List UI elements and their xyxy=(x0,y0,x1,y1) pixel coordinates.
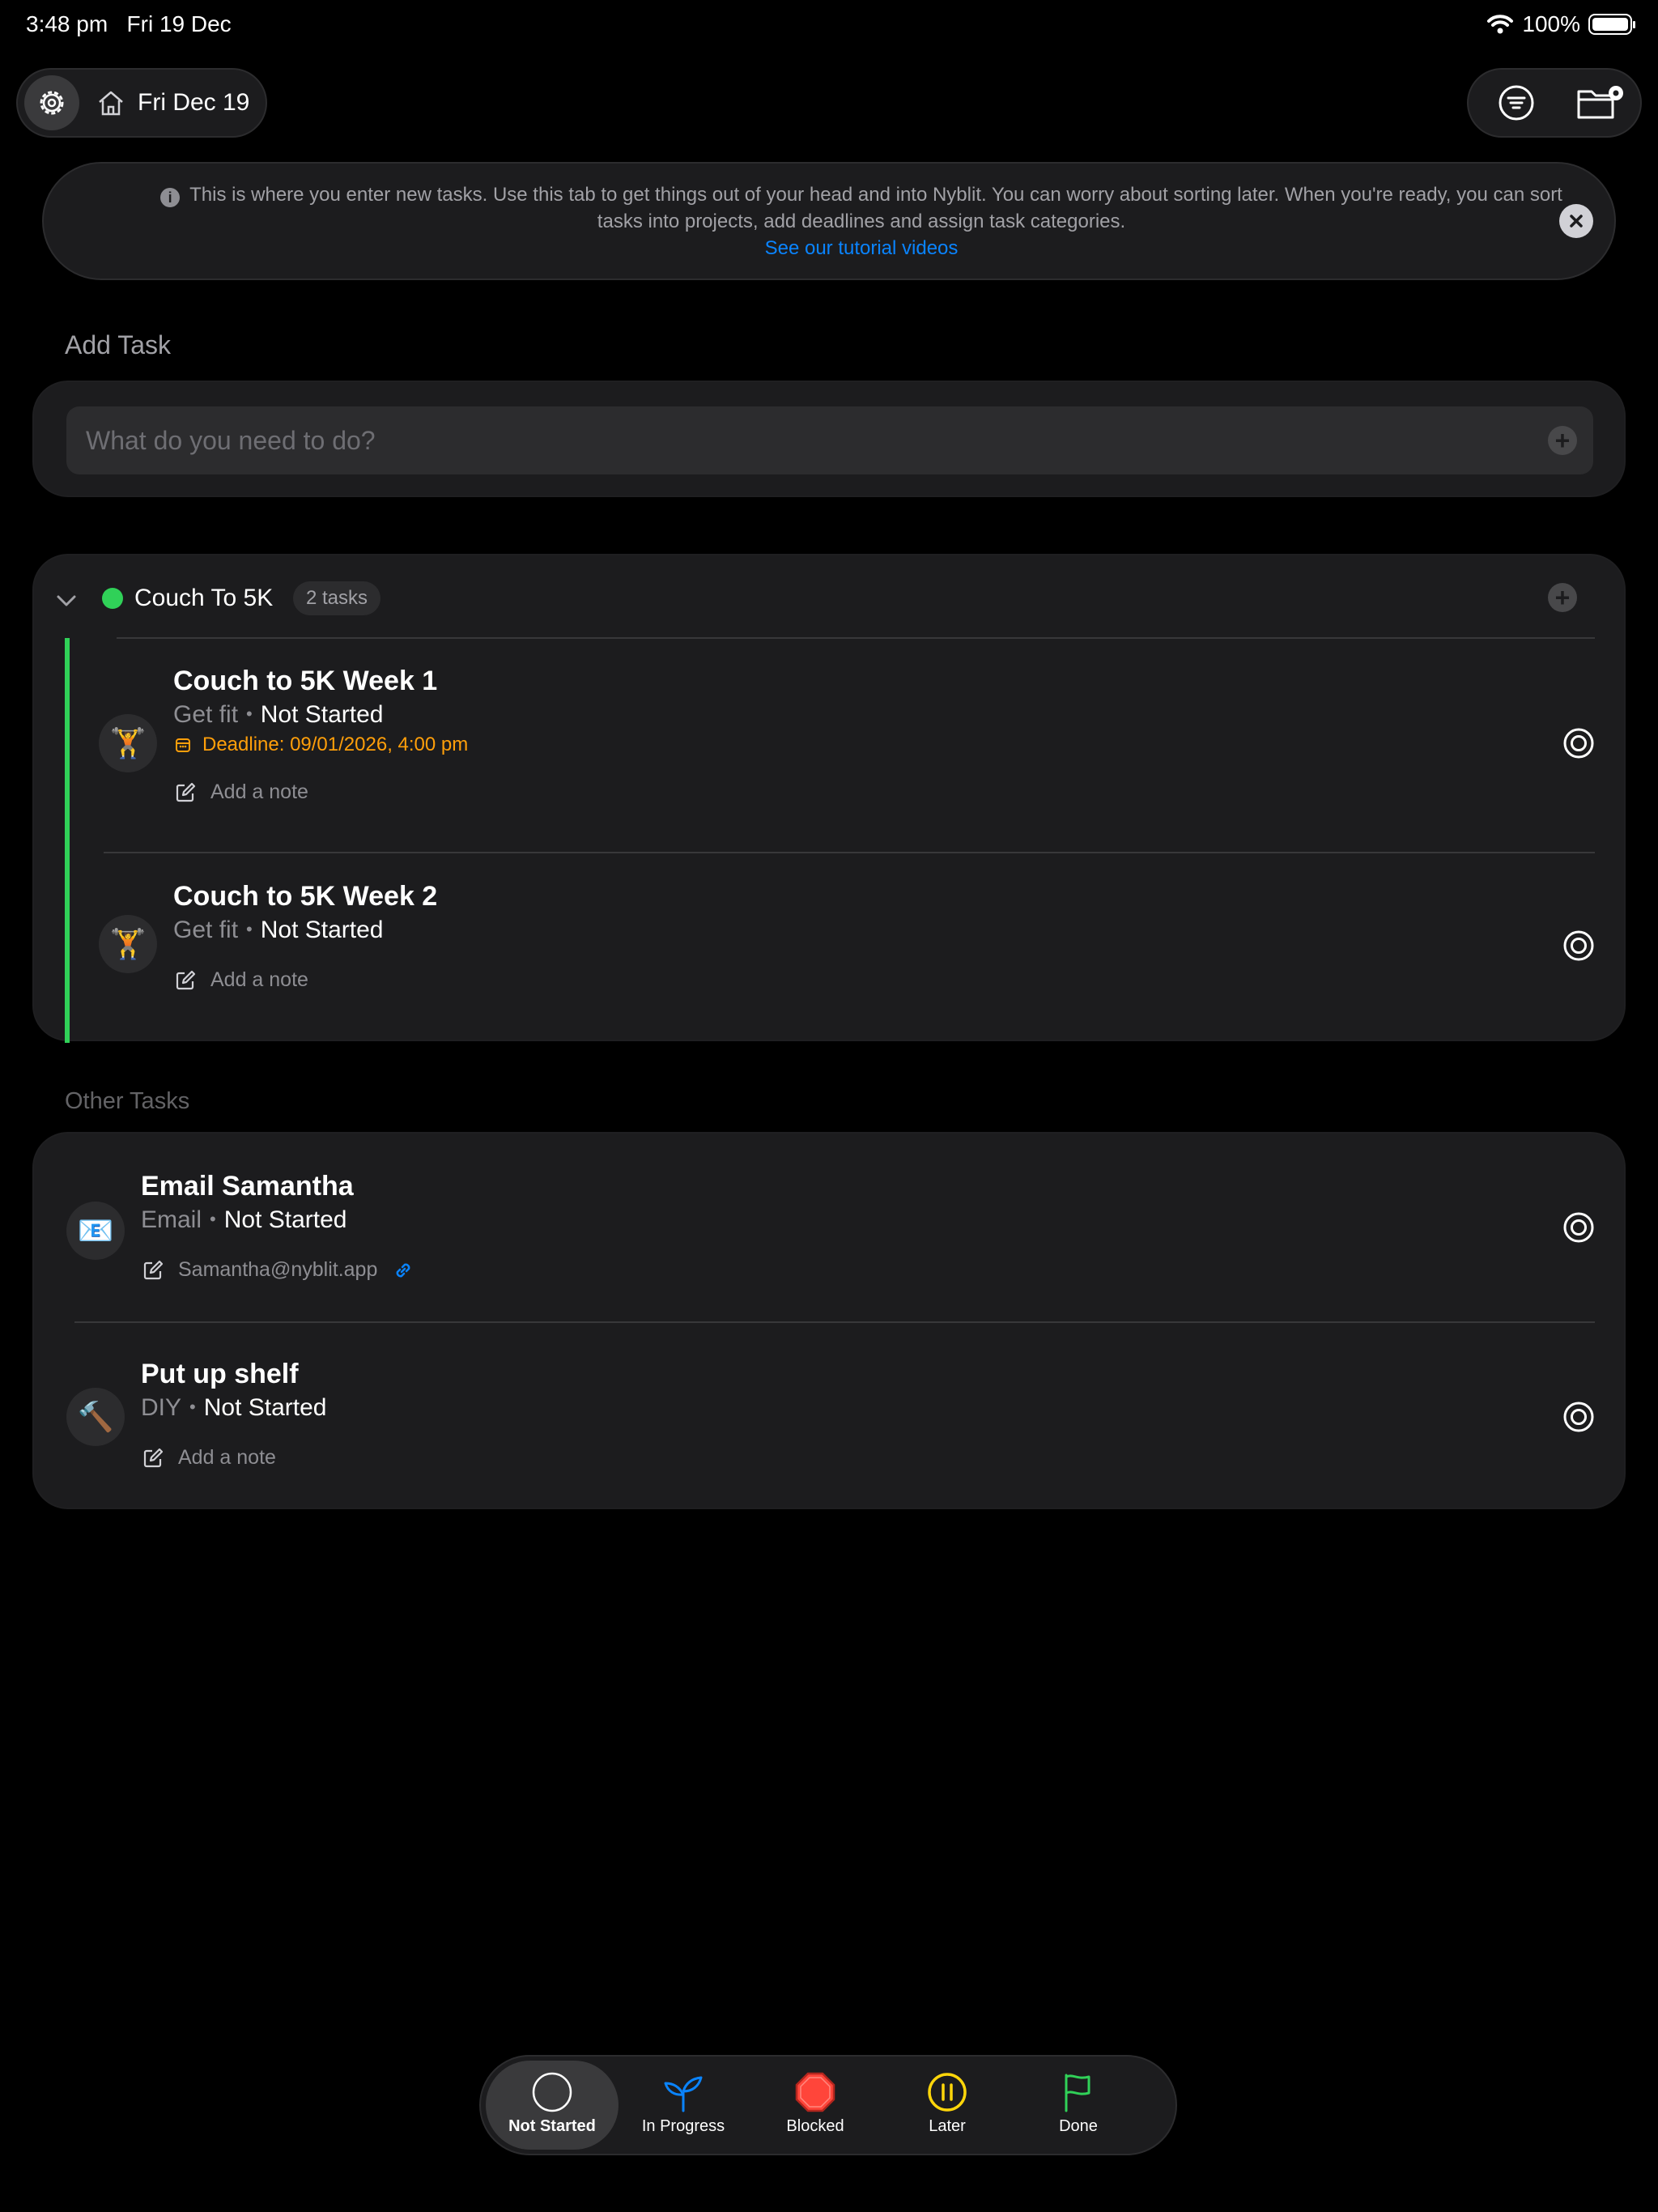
status-target-icon[interactable] xyxy=(1562,1211,1595,1244)
tab-blocked[interactable]: Blocked xyxy=(749,2061,882,2150)
tab-label: Not Started xyxy=(508,2117,596,2135)
task-note[interactable]: Add a note xyxy=(175,781,308,804)
pause-icon xyxy=(928,2073,967,2112)
note-edit-icon xyxy=(176,782,196,802)
task-category-icon: 📧 xyxy=(66,1202,125,1260)
task-row[interactable]: 🏋️ Couch to 5K Week 1 Get fit • Not Starte… xyxy=(34,638,1624,852)
status-target-icon[interactable] xyxy=(1562,1401,1595,1433)
task-row[interactable]: 🔨 Put up shelf DIY • Not Started Add a not… xyxy=(34,1323,1624,1508)
settings-button[interactable] xyxy=(24,75,79,130)
task-title: Put up shelf xyxy=(141,1359,299,1389)
folder-settings-icon[interactable] xyxy=(1575,83,1626,122)
add-task-heading: Add Task xyxy=(65,330,172,359)
top-left-toolbar: Fri Dec 19 xyxy=(16,68,267,138)
task-category: Get fit xyxy=(173,701,239,728)
task-title: Couch to 5K Week 1 xyxy=(173,666,438,696)
calendar-icon xyxy=(176,738,190,752)
note-text: Add a note xyxy=(210,781,308,803)
task-count-badge: 2 tasks xyxy=(293,581,381,615)
filter-icon[interactable] xyxy=(1498,84,1535,121)
tab-in-progress[interactable]: In Progress xyxy=(617,2061,750,2150)
note-edit-icon xyxy=(176,970,196,989)
task-status: Not Started xyxy=(260,917,384,943)
task-meta: DIY • Not Started xyxy=(141,1394,327,1421)
info-banner: i This is where you enter new tasks. Use … xyxy=(42,162,1616,280)
task-meta: Email • Not Started xyxy=(141,1206,347,1233)
task-meta: Get fit • Not Started xyxy=(173,701,384,728)
tab-label: Blocked xyxy=(786,2117,844,2135)
gear-icon xyxy=(40,91,64,115)
status-target-icon[interactable] xyxy=(1562,727,1595,759)
note-edit-icon xyxy=(143,1260,164,1279)
task-status: Not Started xyxy=(223,1206,347,1233)
status-tab-bar: Not Started In Progress Blocked Later Do… xyxy=(479,2055,1177,2155)
tab-done[interactable]: Done xyxy=(1012,2061,1145,2150)
add-task-card: + xyxy=(32,381,1626,497)
flag-icon xyxy=(1065,2074,1090,2112)
tab-not-started[interactable]: Not Started xyxy=(486,2061,619,2150)
status-indicators: 100% xyxy=(1486,11,1635,37)
project-name[interactable]: Couch To 5K xyxy=(134,585,273,612)
note-text: Samantha@nyblit.app xyxy=(178,1258,378,1281)
status-bar: 3:48 pm Fri 19 Dec 100% xyxy=(0,0,1658,52)
chevron-down-icon[interactable] xyxy=(52,586,81,615)
task-note[interactable]: Add a note xyxy=(175,968,308,992)
tab-label: Later xyxy=(929,2117,966,2135)
status-date: Fri 19 Dec xyxy=(126,11,232,36)
task-title: Couch to 5K Week 2 xyxy=(173,881,438,912)
task-category: Get fit xyxy=(173,917,239,943)
task-category-icon: 🏋️ xyxy=(99,915,157,973)
top-right-toolbar xyxy=(1467,68,1642,138)
note-text: Add a note xyxy=(210,968,308,991)
task-category-icon: 🔨 xyxy=(66,1388,125,1446)
task-status: Not Started xyxy=(203,1394,327,1421)
close-icon xyxy=(1570,215,1583,228)
status-target-icon[interactable] xyxy=(1562,929,1595,962)
tutorial-link[interactable]: See our tutorial videos xyxy=(765,237,959,259)
deadline-text: Deadline: 09/01/2026, 4:00 pm xyxy=(202,734,469,755)
battery-percent: 100% xyxy=(1522,11,1580,36)
banner-close-button[interactable] xyxy=(1559,204,1593,238)
task-status: Not Started xyxy=(260,701,384,728)
tab-label: In Progress xyxy=(641,2117,725,2135)
link-icon[interactable] xyxy=(392,1259,414,1282)
project-color-dot xyxy=(102,588,123,609)
sprout-icon xyxy=(664,2076,703,2112)
task-meta: Get fit • Not Started xyxy=(173,917,384,943)
add-task-button[interactable]: + xyxy=(1548,426,1577,455)
note-text: Add a note xyxy=(178,1446,276,1469)
project-card: Couch To 5K 2 tasks + 🏋️ Couch to 5K Wee… xyxy=(32,554,1626,1043)
info-banner-content: i This is where you enter new tasks. Use … xyxy=(141,181,1582,262)
task-title: Email Samantha xyxy=(141,1171,354,1202)
task-row[interactable]: 📧 Email Samantha Email • Not Started Saman… xyxy=(34,1134,1624,1321)
task-row[interactable]: 🏋️ Couch to 5K Week 2 Get fit • Not Starte… xyxy=(34,853,1624,1040)
project-add-task-button[interactable]: + xyxy=(1548,583,1577,612)
home-icon[interactable] xyxy=(96,87,126,118)
other-tasks-heading: Other Tasks xyxy=(65,1088,190,1114)
info-icon: i xyxy=(160,188,181,207)
task-note[interactable]: Samantha@nyblit.app xyxy=(142,1258,414,1282)
tab-label: Done xyxy=(1059,2117,1098,2135)
status-time: 3:48 pm xyxy=(26,11,108,36)
stop-icon xyxy=(795,2072,835,2112)
circle-icon xyxy=(532,2072,572,2112)
status-time-date: 3:48 pm Fri 19 Dec xyxy=(26,11,232,37)
wifi-icon xyxy=(1487,15,1514,34)
battery-icon xyxy=(1588,14,1635,35)
new-task-input[interactable] xyxy=(66,406,1593,474)
header-date: Fri Dec 19 xyxy=(138,89,250,116)
info-banner-text: This is where you enter new tasks. Use t… xyxy=(189,184,1562,232)
task-note[interactable]: Add a note xyxy=(142,1446,276,1470)
note-edit-icon xyxy=(143,1448,164,1467)
tab-later[interactable]: Later xyxy=(881,2061,1014,2150)
task-category: Email xyxy=(141,1206,202,1233)
task-category: DIY xyxy=(141,1394,182,1421)
task-deadline: Deadline: 09/01/2026, 4:00 pm xyxy=(175,734,468,756)
other-tasks-card: 📧 Email Samantha Email • Not Started Saman… xyxy=(32,1132,1626,1509)
task-category-icon: 🏋️ xyxy=(99,714,157,772)
